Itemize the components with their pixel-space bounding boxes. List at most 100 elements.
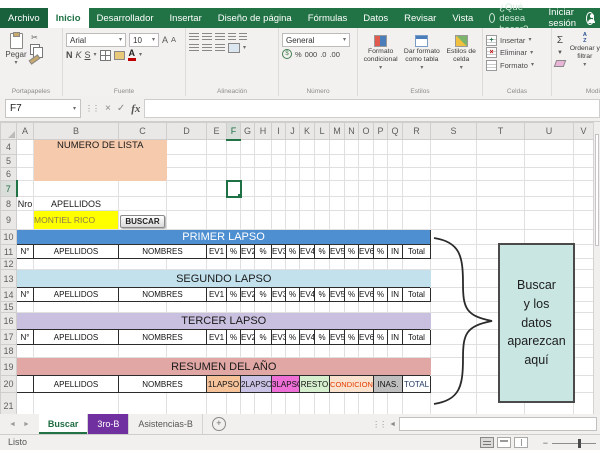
horizontal-scrollbar[interactable]: ⋮⋮ ◄ xyxy=(372,417,597,431)
thousands-icon[interactable]: 000 xyxy=(305,50,318,59)
active-cell-F7[interactable] xyxy=(225,179,242,198)
row-header[interactable]: 11 xyxy=(0,244,17,259)
header-cell[interactable]: APELLIDOS xyxy=(33,287,119,302)
header-cell[interactable]: % xyxy=(314,244,330,259)
nro-label-cell[interactable]: Nro xyxy=(16,196,34,211)
header-cell-resto[interactable]: RESTO xyxy=(299,375,330,393)
column-header[interactable]: R xyxy=(402,122,431,140)
header-cell[interactable]: % xyxy=(285,329,300,345)
scrollbar-splitter[interactable]: ⋮⋮ xyxy=(372,420,387,429)
tab-diseno[interactable]: Diseño de página xyxy=(210,8,300,28)
header-cell-1lapso[interactable]: 1LAPSO xyxy=(206,375,241,393)
row-header[interactable]: 19 xyxy=(0,357,17,376)
cut-icon[interactable]: ✂ xyxy=(31,34,38,42)
section-primer-lapso[interactable]: PRIMER LAPSO xyxy=(16,229,431,245)
sheet-tab-asistencias[interactable]: Asistencias-B xyxy=(129,414,203,434)
column-header[interactable]: H xyxy=(254,122,272,140)
header-cell[interactable]: EV5 xyxy=(329,287,345,302)
column-header[interactable]: N xyxy=(344,122,359,140)
row-header[interactable]: 12 xyxy=(0,258,17,270)
header-cell[interactable]: EV6 xyxy=(358,329,374,345)
align-middle-icon[interactable] xyxy=(202,33,212,41)
column-header[interactable]: K xyxy=(299,122,315,140)
header-cell[interactable]: EV2 xyxy=(240,287,255,302)
header-cell[interactable]: % xyxy=(285,244,300,259)
header-cell[interactable]: EV4 xyxy=(299,287,315,302)
row-header-selected[interactable]: 7 xyxy=(0,180,18,197)
row-header[interactable]: 14 xyxy=(0,287,17,302)
increase-decimal-icon[interactable]: .0 xyxy=(320,50,326,59)
format-cells-button[interactable]: Formato ▾ xyxy=(486,59,548,71)
header-cell[interactable]: % xyxy=(254,287,272,302)
header-cell[interactable]: % xyxy=(314,287,330,302)
sort-filter-button[interactable]: AZ Ordenar y filtrar ▾ xyxy=(567,32,600,86)
page-layout-view-button[interactable] xyxy=(497,437,511,448)
column-header[interactable]: C xyxy=(118,122,167,140)
autosum-icon[interactable]: Σ xyxy=(557,35,563,46)
fill-color-icon[interactable] xyxy=(113,50,125,60)
italic-button[interactable]: K xyxy=(76,50,82,60)
column-header[interactable]: D xyxy=(166,122,207,140)
clear-icon[interactable] xyxy=(553,60,567,67)
header-cell[interactable]: NOMBRES xyxy=(118,287,207,302)
tab-insertar[interactable]: Insertar xyxy=(162,8,210,28)
column-header[interactable]: I xyxy=(271,122,286,140)
row-header[interactable]: 6 xyxy=(0,167,17,181)
sheet-tab-3ro-b[interactable]: 3ro-B xyxy=(88,414,130,434)
column-header[interactable]: T xyxy=(476,122,525,140)
header-cell[interactable]: EV1 xyxy=(206,329,227,345)
header-cell[interactable]: Total xyxy=(402,329,431,345)
zoom-slider-handle[interactable] xyxy=(578,438,581,448)
header-cell[interactable]: EV3 xyxy=(271,329,286,345)
wrap-text-icon[interactable] xyxy=(239,33,247,41)
row-header[interactable]: 9 xyxy=(0,210,17,230)
align-right-icon[interactable] xyxy=(215,44,225,52)
header-cell[interactable]: EV5 xyxy=(329,329,345,345)
sign-in-button[interactable]: Iniciar sesión xyxy=(549,7,600,29)
header-cell-inas[interactable]: INAS. xyxy=(373,375,403,393)
font-color-icon[interactable]: A xyxy=(127,49,137,61)
row-header[interactable]: 18 xyxy=(0,344,17,358)
header-cell[interactable]: % xyxy=(314,329,330,345)
align-top-icon[interactable] xyxy=(189,33,199,41)
header-cell[interactable]: N° xyxy=(16,244,34,259)
column-header[interactable]: O xyxy=(358,122,374,140)
increase-font-icon[interactable]: A xyxy=(162,35,168,45)
name-box[interactable]: F7 ▾ xyxy=(5,99,81,118)
insert-function-icon[interactable]: fx xyxy=(131,103,140,115)
header-cell[interactable]: % xyxy=(254,329,272,345)
callout-box[interactable]: Buscar y los datos aparezcan aquí xyxy=(498,243,575,403)
font-name-combo[interactable]: Arial ▾ xyxy=(66,33,126,47)
row-header[interactable]: 17 xyxy=(0,329,17,345)
column-header-selected[interactable]: F xyxy=(226,122,241,141)
formula-bar-splitter[interactable]: ⋮⋮ xyxy=(85,104,100,113)
column-header[interactable]: G xyxy=(240,122,255,140)
column-header[interactable]: J xyxy=(285,122,300,140)
header-cell[interactable]: APELLIDOS xyxy=(33,244,119,259)
normal-view-button[interactable] xyxy=(480,437,494,448)
header-cell[interactable]: EV6 xyxy=(358,287,374,302)
decrease-decimal-icon[interactable]: .00 xyxy=(329,50,339,59)
column-header[interactable]: Q xyxy=(387,122,403,140)
sheet-nav-left-icon[interactable]: ◄ xyxy=(9,421,16,428)
buscar-button[interactable]: BUSCAR xyxy=(119,215,166,228)
vertical-scrollbar[interactable] xyxy=(593,122,600,414)
row-header[interactable]: 21 xyxy=(0,392,17,414)
horizontal-scrollbar-thumb[interactable] xyxy=(399,417,597,431)
format-painter-icon[interactable] xyxy=(28,54,41,65)
tab-formulas[interactable]: Fórmulas xyxy=(300,8,356,28)
tab-vista[interactable]: Vista xyxy=(444,8,481,28)
header-cell[interactable]: % xyxy=(373,329,388,345)
row-header[interactable]: 5 xyxy=(0,154,17,168)
header-cell[interactable]: APELLIDOS xyxy=(33,329,119,345)
column-header[interactable]: V xyxy=(573,122,594,140)
scroll-left-icon[interactable]: ◄ xyxy=(389,421,396,428)
header-cell[interactable]: EV2 xyxy=(240,244,255,259)
column-header[interactable]: M xyxy=(329,122,345,140)
sheet-nav-right-icon[interactable]: ► xyxy=(23,421,30,428)
merge-center-icon[interactable] xyxy=(228,43,240,53)
column-header[interactable]: A xyxy=(16,122,34,140)
underline-button[interactable]: S xyxy=(85,50,91,60)
row-header[interactable]: 13 xyxy=(0,269,17,288)
header-cell[interactable]: EV1 xyxy=(206,287,227,302)
